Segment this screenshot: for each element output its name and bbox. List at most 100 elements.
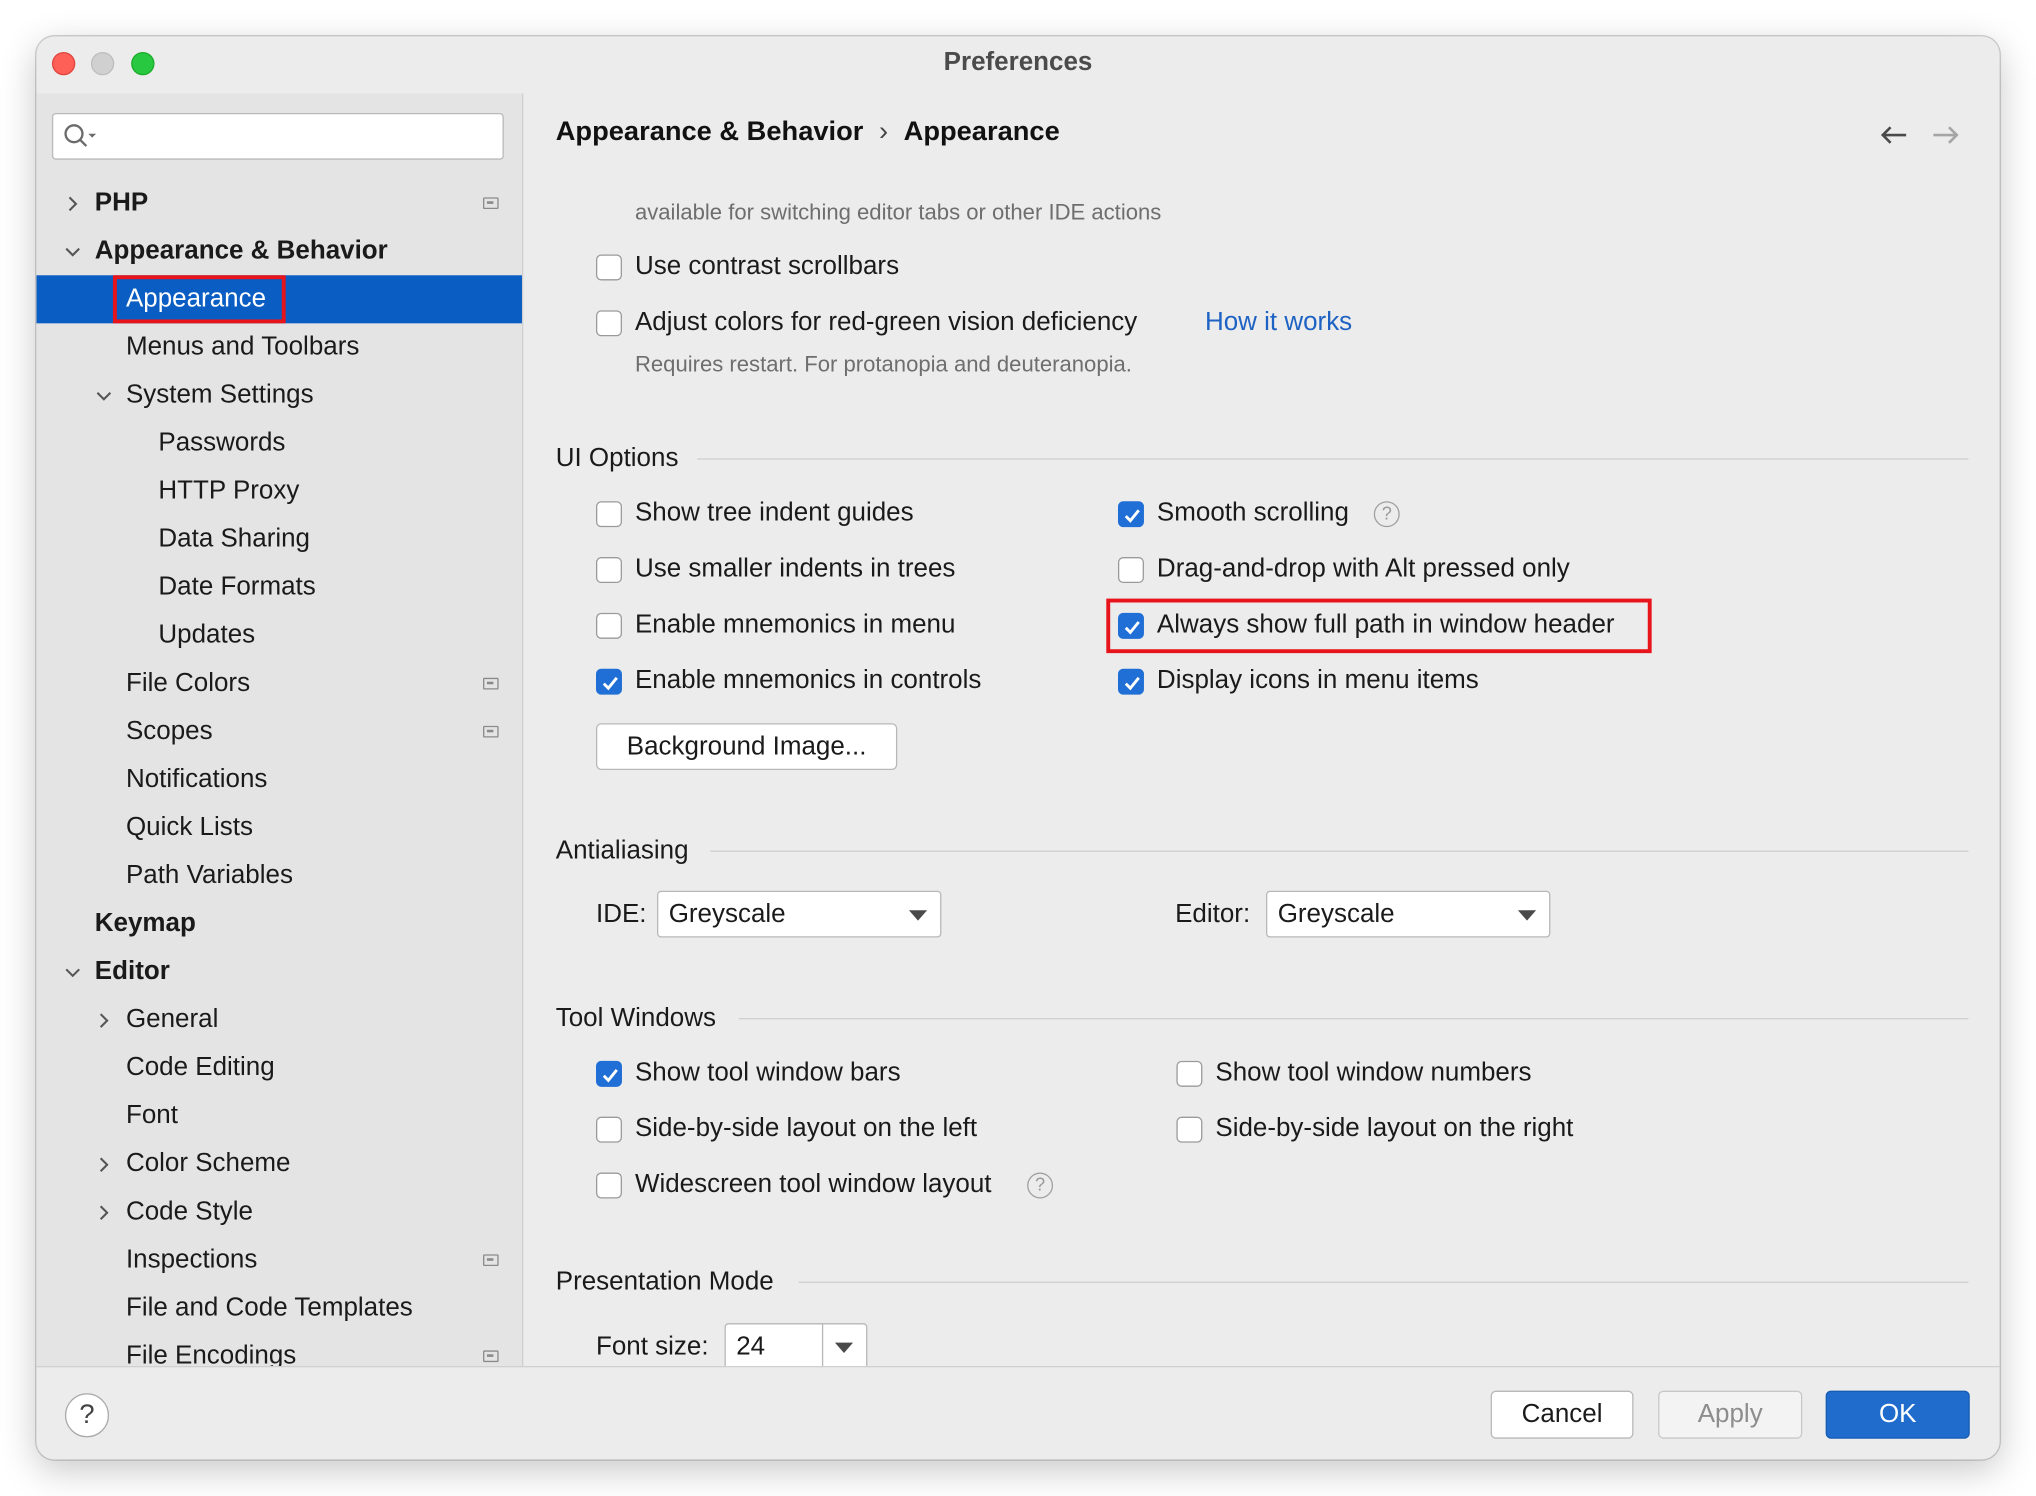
font-size-dropdown[interactable]: 24 — [724, 1323, 868, 1366]
tree-item-font[interactable]: Font — [36, 1092, 522, 1140]
tree-item-label: File Encodings — [125, 1341, 297, 1366]
mnemonics-menu-label[interactable]: Enable mnemonics in menu — [635, 610, 955, 640]
tool-window-numbers-label[interactable]: Show tool window numbers — [1215, 1058, 1531, 1088]
mnemonics-menu-checkbox[interactable] — [595, 612, 622, 639]
tree-item-editor[interactable]: Editor — [36, 948, 522, 996]
tool-window-numbers-checkbox[interactable] — [1176, 1060, 1203, 1087]
tree-item-data-sharing[interactable]: Data Sharing — [36, 515, 522, 563]
ide-antialiasing-dropdown[interactable]: Greyscale — [657, 890, 942, 938]
smooth-scrolling-checkbox[interactable] — [1117, 501, 1144, 528]
smooth-scrolling-label[interactable]: Smooth scrolling — [1157, 499, 1349, 529]
help-icon[interactable]: ? — [1027, 1172, 1054, 1199]
ok-button[interactable]: OK — [1825, 1390, 1970, 1439]
breadcrumb-separator: › — [878, 116, 889, 147]
chevron-right-icon[interactable] — [65, 196, 81, 212]
tree-item-label: Scopes — [125, 716, 213, 746]
red-green-hint: Requires restart. For protanopia and deu… — [634, 351, 1132, 377]
tree-item-color-scheme[interactable]: Color Scheme — [36, 1140, 522, 1188]
contrast-scrollbars-checkbox[interactable] — [595, 254, 622, 281]
editor-antialiasing-dropdown[interactable]: Greyscale — [1266, 890, 1551, 938]
tree-item-file-code-templates[interactable]: File and Code Templates — [36, 1284, 522, 1332]
cancel-button[interactable]: Cancel — [1490, 1390, 1634, 1439]
tree-item-updates[interactable]: Updates — [36, 612, 522, 660]
help-icon[interactable]: ? — [1373, 501, 1400, 528]
settings-search-input[interactable] — [51, 112, 504, 160]
tree-item-appearance[interactable]: Appearance — [36, 275, 522, 324]
contrast-scrollbars-label[interactable]: Use contrast scrollbars — [635, 252, 899, 282]
how-it-works-link[interactable]: How it works — [1205, 308, 1352, 338]
full-path-header-checkbox[interactable] — [1117, 612, 1144, 639]
back-arrow-icon[interactable] — [1879, 125, 1908, 146]
chevron-down-icon[interactable] — [65, 965, 81, 981]
chevron-right-icon[interactable] — [96, 1013, 112, 1029]
tree-item-path-variables[interactable]: Path Variables — [36, 852, 522, 900]
tool-window-bars-label[interactable]: Show tool window bars — [635, 1058, 901, 1088]
apply-button[interactable]: Apply — [1658, 1390, 1803, 1439]
tree-item-label: Keymap — [94, 908, 196, 938]
tree-item-label: File Colors — [125, 668, 251, 698]
chevron-down-icon[interactable] — [65, 244, 81, 260]
icons-menu-items-checkbox[interactable] — [1117, 668, 1144, 695]
settings-content: Appearance & Behavior › Appearance availab… — [523, 93, 1999, 1366]
tree-item-label: Date Formats — [158, 572, 316, 602]
ide-antialiasing-label: IDE: — [595, 899, 647, 929]
widescreen-layout-checkbox[interactable] — [595, 1172, 622, 1199]
forward-arrow-icon[interactable] — [1932, 125, 1961, 146]
tree-item-label: Color Scheme — [125, 1149, 291, 1178]
tree-item-label: Appearance — [125, 284, 267, 313]
tree-item-general[interactable]: General — [36, 996, 522, 1044]
drag-drop-alt-checkbox[interactable] — [1117, 557, 1144, 584]
tree-indent-guides-label[interactable]: Show tree indent guides — [635, 499, 914, 529]
mnemonics-controls-checkbox[interactable] — [595, 668, 622, 695]
drag-drop-alt-label[interactable]: Drag-and-drop with Alt pressed only — [1157, 554, 1570, 584]
red-green-checkbox[interactable] — [595, 310, 622, 337]
mnemonics-controls-label[interactable]: Enable mnemonics in controls — [635, 666, 981, 696]
help-button[interactable]: ? — [64, 1393, 110, 1438]
tree-item-quick-lists[interactable]: Quick Lists — [36, 804, 522, 852]
smaller-indents-label[interactable]: Use smaller indents in trees — [635, 554, 955, 584]
tree-item-code-style[interactable]: Code Style — [36, 1188, 522, 1236]
background-image-button[interactable]: Background Image... — [595, 723, 898, 770]
red-green-label[interactable]: Adjust colors for red-green vision defic… — [635, 308, 1137, 338]
dropdown-arrow-icon — [908, 910, 928, 921]
checkmark-icon — [1124, 621, 1140, 635]
tree-item-inspections[interactable]: Inspections — [36, 1236, 522, 1284]
tree-item-passwords[interactable]: Passwords — [36, 419, 522, 467]
chevron-down-icon[interactable] — [96, 388, 112, 404]
full-path-header-label[interactable]: Always show full path in window header — [1157, 610, 1615, 640]
tree-item-keymap[interactable]: Keymap — [36, 900, 522, 948]
tree-item-menus-toolbars[interactable]: Menus and Toolbars — [36, 323, 522, 371]
project-scope-icon — [483, 677, 499, 690]
side-by-side-right-checkbox[interactable] — [1176, 1116, 1203, 1143]
breadcrumb-parent[interactable]: Appearance & Behavior — [556, 117, 864, 147]
editor-antialiasing-value: Greyscale — [1277, 899, 1395, 929]
tree-item-http-proxy[interactable]: HTTP Proxy — [36, 467, 522, 515]
chevron-right-icon[interactable] — [96, 1157, 112, 1173]
dialog-button-bar: ? Cancel Apply OK — [36, 1365, 2000, 1460]
tree-item-appearance-behavior[interactable]: Appearance & Behavior — [36, 227, 522, 275]
tree-item-system-settings[interactable]: System Settings — [36, 371, 522, 419]
tree-item-code-editing[interactable]: Code Editing — [36, 1044, 522, 1092]
tree-item-php[interactable]: PHP — [36, 179, 522, 227]
tree-item-scopes[interactable]: Scopes — [36, 708, 522, 756]
widescreen-layout-label[interactable]: Widescreen tool window layout — [635, 1170, 992, 1200]
side-by-side-left-label[interactable]: Side-by-side layout on the left — [635, 1114, 977, 1144]
tree-item-notifications[interactable]: Notifications — [36, 756, 522, 804]
section-divider — [710, 850, 1969, 852]
chevron-right-icon[interactable] — [96, 1205, 112, 1221]
tree-item-label: HTTP Proxy — [158, 476, 300, 506]
preferences-window: Preferences PHP Appearance & Behavior Ap… — [36, 36, 2000, 1460]
section-divider — [738, 1018, 1969, 1020]
side-by-side-left-checkbox[interactable] — [595, 1116, 622, 1143]
tree-item-date-formats[interactable]: Date Formats — [36, 564, 522, 612]
smaller-indents-checkbox[interactable] — [595, 557, 622, 584]
project-scope-icon — [483, 1350, 499, 1363]
tree-item-file-encodings[interactable]: File Encodings — [36, 1332, 522, 1366]
tree-item-file-colors[interactable]: File Colors — [36, 660, 522, 708]
tree-indent-guides-checkbox[interactable] — [595, 501, 622, 528]
side-by-side-right-label[interactable]: Side-by-side layout on the right — [1215, 1114, 1573, 1144]
tree-item-label: Passwords — [158, 428, 286, 458]
icons-menu-items-label[interactable]: Display icons in menu items — [1157, 666, 1479, 696]
window-title: Preferences — [943, 48, 1093, 77]
tool-window-bars-checkbox[interactable] — [595, 1060, 622, 1087]
